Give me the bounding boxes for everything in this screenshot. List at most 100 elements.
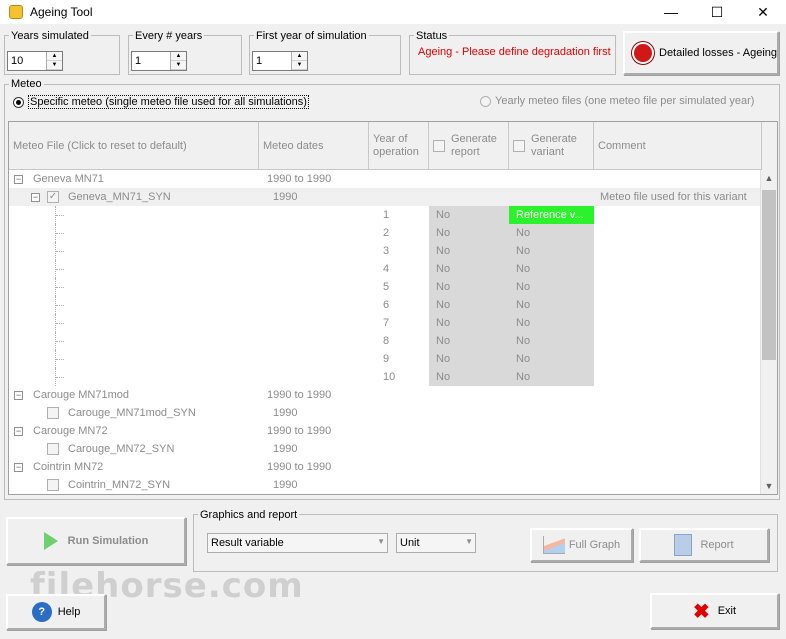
generate-variant-cell[interactable]: No (509, 350, 594, 368)
tree-branch (56, 215, 64, 216)
spin-down-icon[interactable]: ▼ (292, 61, 307, 70)
tree-toggle-icon[interactable]: − (14, 170, 23, 188)
tree-file-row[interactable]: Cointrin_MN72_SYN 1990 (9, 476, 761, 494)
spin-up-icon[interactable]: ▲ (171, 52, 186, 61)
year-row[interactable]: 6 No No (9, 296, 761, 314)
tree-toggle-icon[interactable]: − (31, 188, 40, 206)
generate-report-cell[interactable]: No (436, 224, 450, 242)
tree-toggle-icon[interactable]: − (14, 422, 23, 440)
exit-button[interactable]: ✖ Exit (650, 593, 779, 629)
year-row[interactable]: 10 No No (9, 368, 761, 386)
detailed-losses-button[interactable]: Detailed losses - Ageing (623, 31, 779, 75)
scroll-down-icon[interactable]: ▼ (761, 478, 777, 494)
year-row[interactable]: 5 No No (9, 278, 761, 296)
year-row[interactable]: 9 No No (9, 350, 761, 368)
scroll-up-icon[interactable]: ▲ (761, 170, 777, 186)
play-icon (43, 532, 58, 550)
generate-variant-cell[interactable]: No (509, 296, 594, 314)
file-name: Carouge_MN72_SYN (68, 443, 175, 455)
tree-file-row[interactable]: − ✓ Geneva_MN71_SYN 1990 Meteo file used… (9, 188, 761, 206)
every-years-label: Every # years (133, 30, 205, 42)
every-years-spinner[interactable]: 1 ▲ ▼ (131, 51, 187, 71)
help-icon: ? (31, 602, 52, 622)
col-generate-variant[interactable]: Generate variant (509, 122, 594, 170)
generate-report-cell[interactable]: No (436, 350, 450, 368)
report-label: Report (700, 539, 734, 551)
generate-variant-cell[interactable]: No (509, 368, 594, 386)
window-title: Ageing Tool (30, 5, 93, 19)
year-value: 5 (383, 281, 390, 293)
generate-variant-cell[interactable]: No (509, 224, 594, 242)
tree-group-row[interactable]: − Geneva MN71 1990 to 1990 (9, 170, 761, 188)
generate-variant-cell[interactable]: No (509, 278, 594, 296)
first-year-label: First year of simulation (254, 30, 369, 42)
year-row[interactable]: 4 No No (9, 260, 761, 278)
spin-up-icon[interactable]: ▲ (47, 52, 62, 61)
tree-group-row[interactable]: − Carouge MN72 1990 to 1990 (9, 422, 761, 440)
col-meteo-file[interactable]: Meteo File (Click to reset to default) (9, 122, 259, 170)
generate-variant-cell[interactable]: No (509, 332, 594, 350)
year-row[interactable]: 2 No No (9, 224, 761, 242)
report-icon (674, 534, 693, 556)
generate-report-cell[interactable]: No (436, 296, 450, 314)
file-checkbox[interactable] (47, 404, 59, 422)
generate-report-cell[interactable]: No (436, 260, 450, 278)
generate-variant-cell[interactable]: No (509, 260, 594, 278)
full-graph-button[interactable]: Full Graph (530, 528, 633, 562)
generate-report-cell[interactable]: No (436, 314, 450, 332)
tree-group-row[interactable]: − Cointrin MN72 1990 to 1990 (9, 458, 761, 476)
tree-file-row[interactable]: Carouge_MN72_SYN 1990 (9, 440, 761, 458)
generate-report-cell[interactable]: No (436, 332, 450, 350)
years-simulated-spinner[interactable]: 10 ▲ ▼ (7, 51, 63, 71)
tree-group-row[interactable]: − Carouge MN71mod 1990 to 1990 (9, 386, 761, 404)
vertical-scrollbar[interactable]: ▲ ▼ (760, 170, 777, 494)
app-icon (9, 5, 23, 19)
generate-variant-cell[interactable]: No (509, 242, 594, 260)
tree-branch (56, 377, 64, 378)
file-checkbox[interactable] (47, 440, 59, 458)
generate-variant-cell[interactable]: Reference v... (509, 206, 594, 224)
tree-branch (56, 323, 64, 324)
col-year-of-operation[interactable]: Year of operation (369, 122, 429, 170)
tree-toggle-icon[interactable]: − (14, 386, 23, 404)
generate-report-cell[interactable]: No (436, 278, 450, 296)
specific-meteo-radio[interactable]: Specific meteo (single meteo file used f… (13, 95, 309, 109)
generate-report-cell[interactable]: No (436, 242, 450, 260)
year-row[interactable]: 3 No No (9, 242, 761, 260)
generate-variant-cell[interactable]: No (509, 314, 594, 332)
generate-variant-checkbox[interactable] (513, 139, 525, 152)
year-row[interactable]: 8 No No (9, 332, 761, 350)
spin-up-icon[interactable]: ▲ (292, 52, 307, 61)
help-button[interactable]: ? Help (6, 594, 106, 630)
first-year-value: 1 (256, 55, 263, 67)
year-row[interactable]: 1 No Reference v... (9, 206, 761, 224)
col-meteo-dates[interactable]: Meteo dates (259, 122, 369, 170)
group-name: Geneva MN71 (33, 173, 104, 185)
first-year-spinner[interactable]: 1 ▲ ▼ (252, 51, 308, 71)
generate-report-cell[interactable]: No (436, 368, 450, 386)
generate-report-cell[interactable]: No (436, 206, 450, 224)
tree-toggle-icon[interactable]: − (14, 458, 23, 476)
group-dates: 1990 to 1990 (267, 389, 332, 401)
close-window-button[interactable]: ✕ (740, 0, 786, 24)
result-variable-select[interactable]: Result variable ▼ (207, 533, 388, 553)
year-value: 1 (383, 209, 390, 221)
file-checkbox[interactable]: ✓ (47, 188, 59, 206)
maximize-button[interactable]: ☐ (694, 0, 740, 24)
col-comment[interactable]: Comment (594, 122, 762, 170)
col-generate-report[interactable]: Generate report (429, 122, 509, 170)
spin-down-icon[interactable]: ▼ (47, 61, 62, 70)
year-row[interactable]: 7 No No (9, 314, 761, 332)
spin-down-icon[interactable]: ▼ (171, 61, 186, 70)
report-button[interactable]: Report (639, 528, 769, 562)
minimize-button[interactable]: — (648, 0, 694, 24)
file-checkbox[interactable] (47, 476, 59, 494)
graphics-label: Graphics and report (198, 509, 300, 521)
scroll-thumb[interactable] (762, 190, 776, 360)
yearly-meteo-radio[interactable]: Yearly meteo files (one meteo file per s… (480, 95, 754, 107)
meteo-grid[interactable]: Meteo File (Click to reset to default) M… (8, 121, 778, 495)
unit-select[interactable]: Unit ▼ (396, 533, 476, 553)
generate-report-checkbox[interactable] (433, 139, 445, 152)
run-simulation-button[interactable]: Run Simulation (6, 517, 186, 565)
tree-file-row[interactable]: Carouge_MN71mod_SYN 1990 (9, 404, 761, 422)
